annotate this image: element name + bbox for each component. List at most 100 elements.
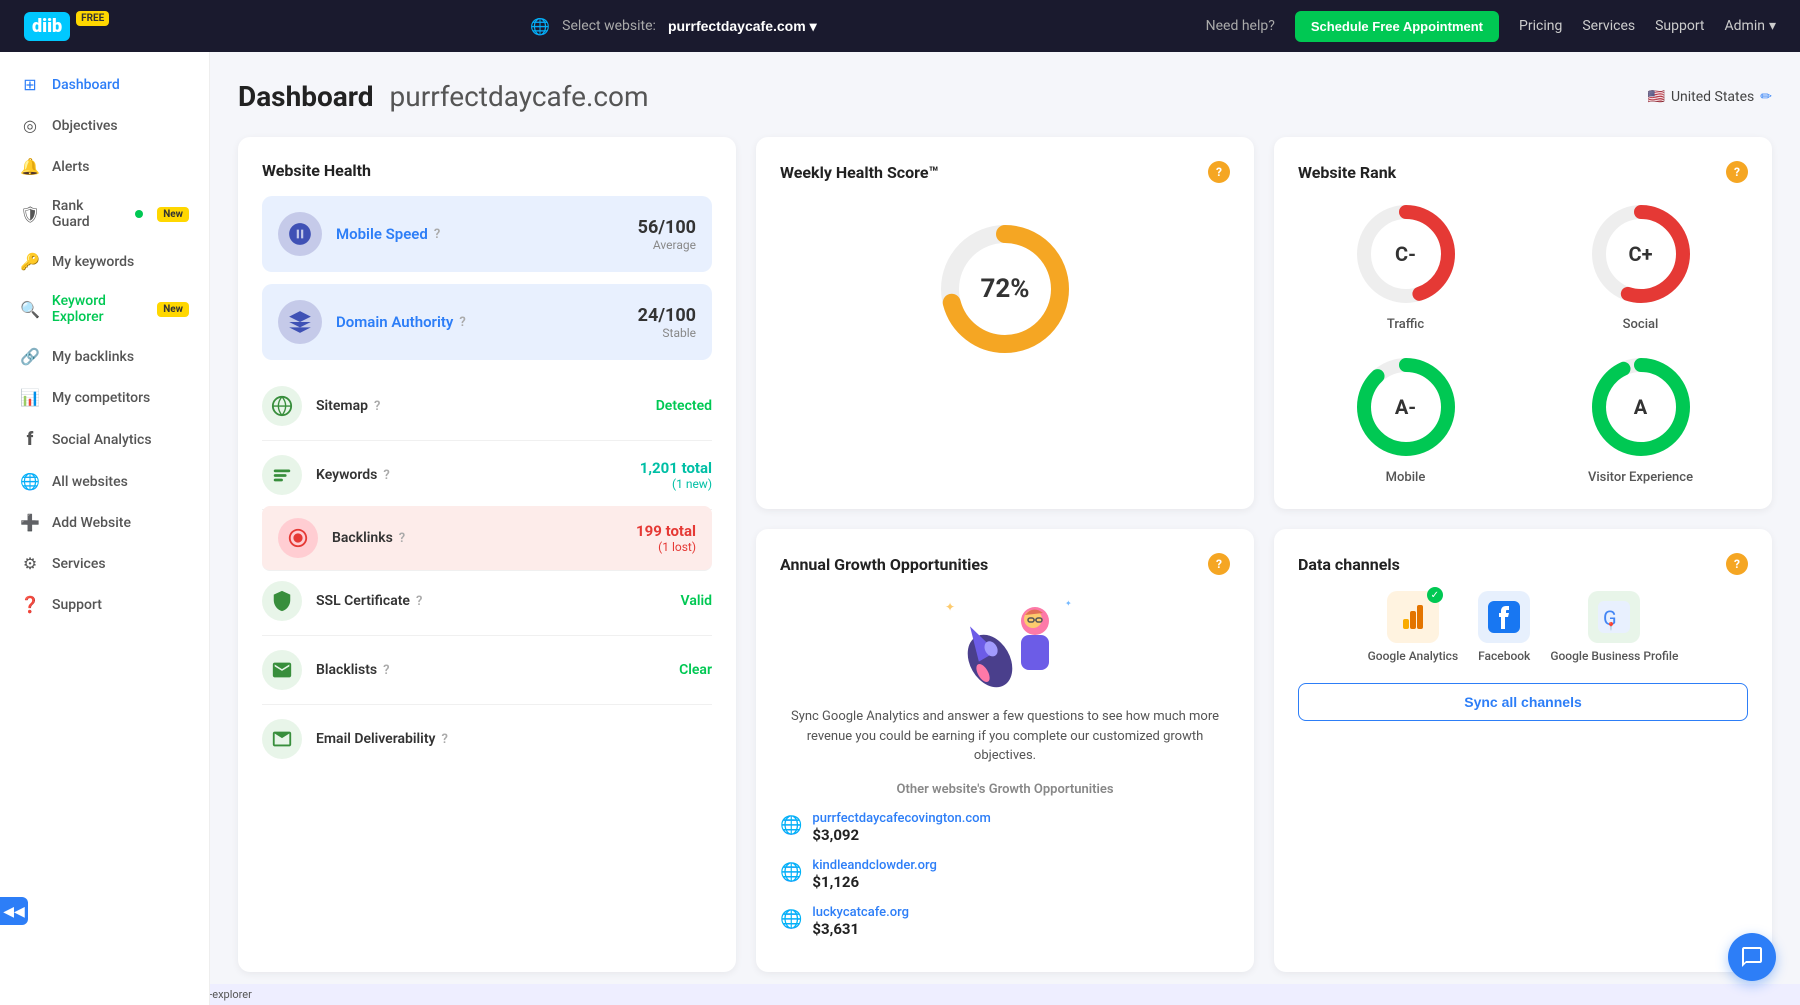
support-icon: ❓	[20, 595, 40, 614]
sitemap-help-icon[interactable]: ?	[374, 399, 380, 414]
opportunity-globe-icon-3: 🌐	[780, 909, 802, 930]
domain-authority-help-icon[interactable]: ?	[459, 315, 465, 330]
backlinks-help-icon[interactable]: ?	[399, 531, 405, 546]
sidebar-label-my-backlinks: My backlinks	[52, 349, 134, 365]
rank-grade-mobile: A-	[1395, 395, 1416, 419]
rank-label-mobile: Mobile	[1386, 470, 1426, 485]
need-help-label: Need help?	[1206, 18, 1275, 34]
pricing-link[interactable]: Pricing	[1519, 18, 1562, 34]
rank-grade-traffic: C-	[1395, 242, 1416, 266]
logo-area: diib FREE	[24, 12, 109, 41]
sidebar-label-support: Support	[52, 597, 102, 613]
email-help-icon[interactable]: ?	[441, 732, 447, 747]
google-business-icon: G 📍	[1588, 591, 1640, 643]
sidebar-item-add-website[interactable]: ➕ Add Website	[0, 502, 209, 543]
sidebar-item-keyword-explorer[interactable]: 🔍 Keyword Explorer New	[0, 282, 209, 336]
sidebar-collapse-button[interactable]: ◀◀	[0, 897, 28, 925]
google-analytics-check-icon: ✓	[1427, 587, 1443, 603]
sidebar-label-add-website: Add Website	[52, 515, 131, 531]
opportunity-link-2[interactable]: kindleandclowder.org	[812, 858, 936, 873]
sidebar-item-objectives[interactable]: ◎ Objectives	[0, 105, 209, 146]
website-rank-title: Website Rank ?	[1298, 161, 1748, 183]
sidebar-label-my-competitors: My competitors	[52, 390, 150, 406]
selected-website-name: purrfectdaycafe.com	[668, 18, 806, 34]
chat-button[interactable]	[1728, 933, 1776, 981]
sidebar-item-social-analytics[interactable]: f Social Analytics	[0, 418, 209, 461]
status-bar: https://diib.com/app/keywords/keyword-ex…	[0, 984, 1800, 1005]
data-channels-help-icon[interactable]: ?	[1726, 553, 1748, 575]
support-link[interactable]: Support	[1655, 18, 1704, 34]
rank-grade-social: C+	[1629, 242, 1653, 266]
svg-text:✦: ✦	[1065, 599, 1072, 608]
sidebar-item-my-backlinks[interactable]: 🔗 My backlinks	[0, 336, 209, 377]
blacklists-label: Blacklists ?	[316, 662, 665, 678]
my-competitors-icon: 📊	[20, 388, 40, 407]
domain-authority-item: Domain Authority ? 24/100 Stable	[262, 284, 712, 360]
mobile-speed-help-icon[interactable]: ?	[434, 227, 440, 242]
my-backlinks-icon: 🔗	[20, 347, 40, 366]
opportunity-link-3[interactable]: luckycatcafe.org	[812, 905, 909, 920]
country-badge: 🇺🇸 United States ✏	[1648, 89, 1773, 105]
sidebar-label-dashboard: Dashboard	[52, 77, 120, 93]
opportunity-link-1[interactable]: purrfectdaycafecovington.com	[812, 811, 990, 826]
opportunity-globe-icon-2: 🌐	[780, 862, 802, 883]
opportunity-item-1: 🌐 purrfectdaycafecovington.com $3,092	[780, 807, 1230, 844]
channel-item-google-business: G 📍 Google Business Profile	[1550, 591, 1678, 663]
ssl-status: Valid	[681, 593, 712, 609]
rank-grade-visitor: A	[1634, 395, 1647, 419]
rank-label-social: Social	[1623, 317, 1659, 332]
website-selector-button[interactable]: purrfectdaycafe.com ▾	[668, 18, 817, 35]
domain-authority-value: 24/100 Stable	[638, 305, 696, 340]
page-header: Dashboard purrfectdaycafe.com 🇺🇸 United …	[238, 80, 1772, 113]
facebook-label: Facebook	[1478, 649, 1530, 663]
rank-guard-icon: 🛡	[20, 205, 40, 224]
sidebar-label-objectives: Objectives	[52, 118, 118, 134]
annual-growth-help-icon[interactable]: ?	[1208, 553, 1230, 575]
mobile-speed-value: 56/100 Average	[638, 217, 696, 252]
ssl-help-icon[interactable]: ?	[416, 594, 422, 609]
sidebar-label-my-keywords: My keywords	[52, 254, 134, 270]
rank-label-visitor: Visitor Experience	[1588, 470, 1693, 485]
sidebar-item-dashboard[interactable]: ⊞ Dashboard	[0, 64, 209, 105]
blacklists-help-icon[interactable]: ?	[383, 663, 389, 678]
globe-icon: 🌐	[530, 17, 550, 36]
rank-donut-visitor: A	[1586, 352, 1696, 462]
sidebar-label-services: Services	[52, 556, 106, 572]
ssl-label: SSL Certificate ?	[316, 593, 667, 609]
logo: diib	[24, 12, 70, 41]
rank-donut-traffic: C-	[1351, 199, 1461, 309]
select-website-label: Select website:	[562, 18, 656, 34]
website-rank-card: Website Rank ? C- Traffic	[1274, 137, 1772, 509]
keyword-explorer-icon: 🔍	[20, 300, 40, 319]
schedule-appointment-button[interactable]: Schedule Free Appointment	[1295, 11, 1499, 42]
admin-link[interactable]: Admin ▾	[1725, 18, 1776, 34]
channels-grid: ✓ Google Analytics Facebook	[1298, 591, 1748, 663]
mobile-speed-label: Mobile Speed ?	[336, 225, 624, 243]
google-analytics-label: Google Analytics	[1368, 649, 1459, 663]
services-link[interactable]: Services	[1582, 18, 1635, 34]
website-rank-help-icon[interactable]: ?	[1726, 161, 1748, 183]
keywords-help-icon[interactable]: ?	[383, 468, 389, 483]
sitemap-icon	[262, 386, 302, 426]
weekly-health-card: Weekly Health Score™ ? 72%	[756, 137, 1254, 509]
sidebar-label-all-websites: All websites	[52, 474, 128, 490]
sidebar-item-support[interactable]: ❓ Support	[0, 584, 209, 625]
sitemap-label: Sitemap ?	[316, 398, 642, 414]
sidebar-item-my-keywords[interactable]: 🔑 My keywords	[0, 241, 209, 282]
edit-country-icon[interactable]: ✏	[1760, 89, 1772, 105]
sidebar-item-all-websites[interactable]: 🌐 All websites	[0, 461, 209, 502]
sidebar-item-rank-guard[interactable]: 🛡 Rank Guard New	[0, 187, 209, 241]
sidebar-item-my-competitors[interactable]: 📊 My competitors	[0, 377, 209, 418]
google-business-label: Google Business Profile	[1550, 649, 1678, 663]
chevron-down-icon: ▾	[1769, 18, 1776, 34]
blacklists-icon	[262, 650, 302, 690]
sidebar-label-rank-guard: Rank Guard	[52, 198, 123, 230]
facebook-icon-wrapper	[1478, 591, 1530, 643]
ssl-icon	[262, 581, 302, 621]
sidebar-item-alerts[interactable]: 🔔 Alerts	[0, 146, 209, 187]
other-websites-title: Other website's Growth Opportunities	[780, 782, 1230, 797]
sync-all-channels-button[interactable]: Sync all channels	[1298, 683, 1748, 721]
sidebar-item-services[interactable]: ⚙ Services	[0, 543, 209, 584]
keywords-new: (1 new)	[640, 477, 712, 491]
weekly-health-help-icon[interactable]: ?	[1208, 161, 1230, 183]
